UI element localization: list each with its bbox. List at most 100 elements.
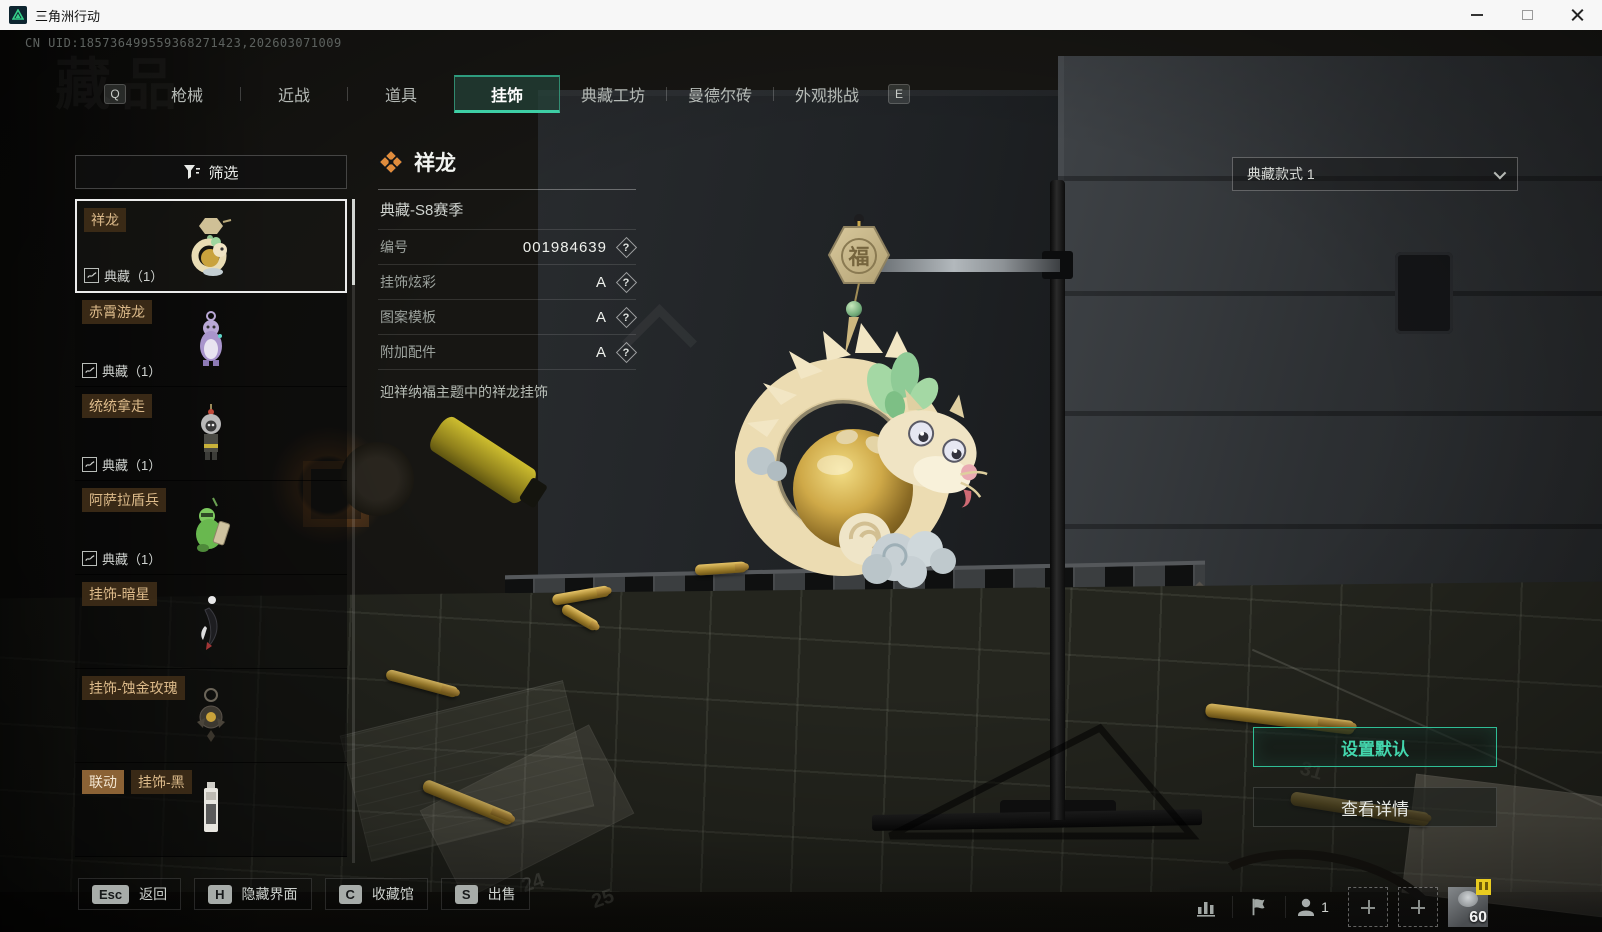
detail-row-serial: 编号 001984639 ? — [378, 230, 638, 264]
collection-icon — [82, 551, 97, 566]
list-scrollbar[interactable] — [352, 199, 355, 863]
item-thumbnail-purple-dragon — [200, 310, 222, 366]
tab-appearance-challenge[interactable]: 外观挑战 — [774, 75, 880, 113]
esc-key-badge: Esc — [92, 884, 130, 904]
maximize-button[interactable] — [1502, 0, 1552, 30]
divider — [378, 369, 636, 370]
sell-button[interactable]: S 出售 — [440, 878, 530, 910]
detail-row-attachment: 附加配件 A ? — [378, 335, 638, 369]
detail-row-charm-colorway: 挂饰炫彩 A ? — [378, 265, 638, 299]
player-avatar[interactable]: 60 — [1448, 879, 1491, 927]
category-tabbar: Q 枪械 近战 道具 挂饰 典藏工坊 曼德尔砖 外观挑战 E — [96, 75, 918, 113]
window-title: 三角洲行动 — [35, 8, 101, 24]
charm-title: 祥龙 — [414, 152, 456, 175]
person-icon — [1298, 898, 1315, 916]
list-item-collab-black[interactable]: 联动 挂饰-黑 — [75, 763, 347, 857]
charm-description: 迎祥纳福主题中的祥龙挂饰 — [380, 384, 548, 400]
tab-gear[interactable]: 道具 — [348, 75, 454, 113]
help-icon[interactable]: ? — [615, 341, 638, 363]
collab-tag: 联动 — [82, 770, 124, 794]
tab-mandel-brick[interactable]: 曼德尔砖 — [667, 75, 773, 113]
charm-list-sidebar: 筛选 祥龙 典藏（1） 赤霄游龙 典藏（1） 统统拿走 典藏（1） 阿萨拉盾兵 … — [75, 155, 355, 863]
list-item-etched-gold-rose[interactable]: 挂饰-蚀金玫瑰 — [75, 669, 347, 763]
item-name-chip: 挂饰-蚀金玫瑰 — [82, 676, 185, 700]
rarity-diamond-icon — [378, 149, 404, 175]
list-item-asara-shieldbearer[interactable]: 阿萨拉盾兵 典藏（1） — [75, 481, 347, 575]
stand-base-triangle — [888, 723, 1200, 840]
social-strip: 1 60 — [1180, 879, 1602, 932]
tab-guns[interactable]: 枪械 — [134, 75, 240, 113]
friends-button[interactable]: 1 — [1286, 895, 1338, 919]
collection-icon — [82, 457, 97, 472]
item-name-chip: 统统拿走 — [82, 394, 152, 418]
app-logo-icon — [9, 6, 27, 24]
minimize-icon — [1471, 14, 1483, 16]
h-key-badge: H — [208, 884, 232, 904]
tab-charms[interactable]: 挂饰 — [454, 75, 560, 113]
item-name-chip: 阿萨拉盾兵 — [82, 488, 166, 512]
hotkey-bar: Esc 返回 H 隐藏界面 C 收藏馆 S 出售 — [78, 878, 530, 910]
item-thumbnail-green-soldier — [196, 497, 231, 552]
item-thumbnail-dragon-charm — [191, 218, 232, 276]
dragon-charm-model: 福 — [735, 214, 988, 588]
s-key-badge: S — [454, 884, 478, 904]
item-thumbnail-rose — [197, 687, 225, 742]
back-button[interactable]: Esc 返回 — [78, 878, 182, 910]
filter-label: 筛选 — [208, 164, 239, 182]
minimize-button[interactable] — [1452, 0, 1502, 30]
charm-detail-panel: 祥龙 典藏-S8赛季 编号 001984639 ? 挂饰炫彩 A ? 图案模板 … — [378, 147, 638, 402]
close-button[interactable] — [1552, 0, 1602, 30]
season-label: 典藏-S8赛季 — [380, 202, 464, 219]
friends-online-count: 1 — [1321, 899, 1329, 915]
chevron-down-icon — [1493, 166, 1507, 179]
game-window: 三角洲行动 24 25 31 福 藏品 CN UID:1857364995593… — [0, 0, 1602, 932]
collection-count-badge: 典藏（1） — [82, 361, 161, 380]
crate-handle — [1395, 252, 1453, 334]
fortune-tag-character: 福 — [848, 246, 870, 269]
empty-slot-add-button[interactable] — [1348, 887, 1388, 927]
avatar-notification-badge — [1476, 879, 1491, 895]
item-thumbnail-black-card — [204, 781, 218, 832]
list-item-xianglong[interactable]: 祥龙 典藏（1） — [75, 199, 347, 293]
style-dropdown[interactable]: 典藏款式 1 — [1232, 157, 1518, 191]
collection-icon — [82, 363, 97, 378]
set-default-button[interactable]: 设置默认 — [1253, 727, 1497, 767]
flag-icon — [1252, 898, 1265, 916]
collection-count-badge: 典藏（1） — [82, 455, 161, 474]
serial-number: 001984639 — [522, 238, 607, 256]
help-icon[interactable]: ? — [615, 236, 638, 258]
list-item-take-all[interactable]: 统统拿走 典藏（1） — [75, 387, 347, 481]
item-name-chip: 赤霄游龙 — [82, 300, 152, 324]
uid-text: CN UID:185736499559368271423,20260307100… — [25, 36, 342, 50]
list-item-dark-star[interactable]: 挂饰-暗星 — [75, 575, 347, 669]
scrollbar-thumb[interactable] — [352, 199, 355, 285]
filter-funnel-icon — [184, 165, 201, 179]
collection-icon — [84, 268, 99, 283]
empty-slot-add-button[interactable] — [1398, 887, 1438, 927]
list-item-chixiao-dragon[interactable]: 赤霄游龙 典藏（1） — [75, 293, 347, 387]
tab-collection-workshop[interactable]: 典藏工坊 — [560, 75, 666, 113]
player-level: 60 — [1469, 909, 1487, 926]
help-icon[interactable]: ? — [615, 271, 638, 293]
item-name-chip: 祥龙 — [84, 208, 126, 232]
tab-melee[interactable]: 近战 — [241, 75, 347, 113]
view-details-button[interactable]: 查看详情 — [1253, 787, 1497, 827]
window-titlebar: 三角洲行动 — [0, 0, 1602, 30]
maximize-icon — [1521, 10, 1533, 20]
cycle-left-key-hint: Q — [104, 84, 126, 104]
bottle-prop — [425, 413, 541, 507]
c-key-badge: C — [338, 884, 362, 904]
report-button[interactable] — [1233, 896, 1285, 918]
style-dropdown-value: 典藏款式 1 — [1247, 166, 1315, 182]
help-icon[interactable]: ? — [615, 306, 638, 328]
bar-chart-icon — [1197, 902, 1215, 917]
collection-count-badge: 典藏（1） — [84, 266, 163, 285]
charm-list: 祥龙 典藏（1） 赤霄游龙 典藏（1） 统统拿走 典藏（1） 阿萨拉盾兵 典藏（… — [75, 199, 355, 863]
hide-ui-button[interactable]: H 隐藏界面 — [194, 878, 312, 910]
filter-button[interactable]: 筛选 — [75, 155, 347, 189]
item-thumbnail-skeleton — [201, 403, 221, 460]
detail-row-pattern-template: 图案模板 A ? — [378, 300, 638, 334]
collection-hall-button[interactable]: C 收藏馆 — [324, 878, 428, 910]
stats-button[interactable] — [1180, 895, 1232, 919]
item-name-chip: 挂饰-暗星 — [82, 582, 157, 606]
